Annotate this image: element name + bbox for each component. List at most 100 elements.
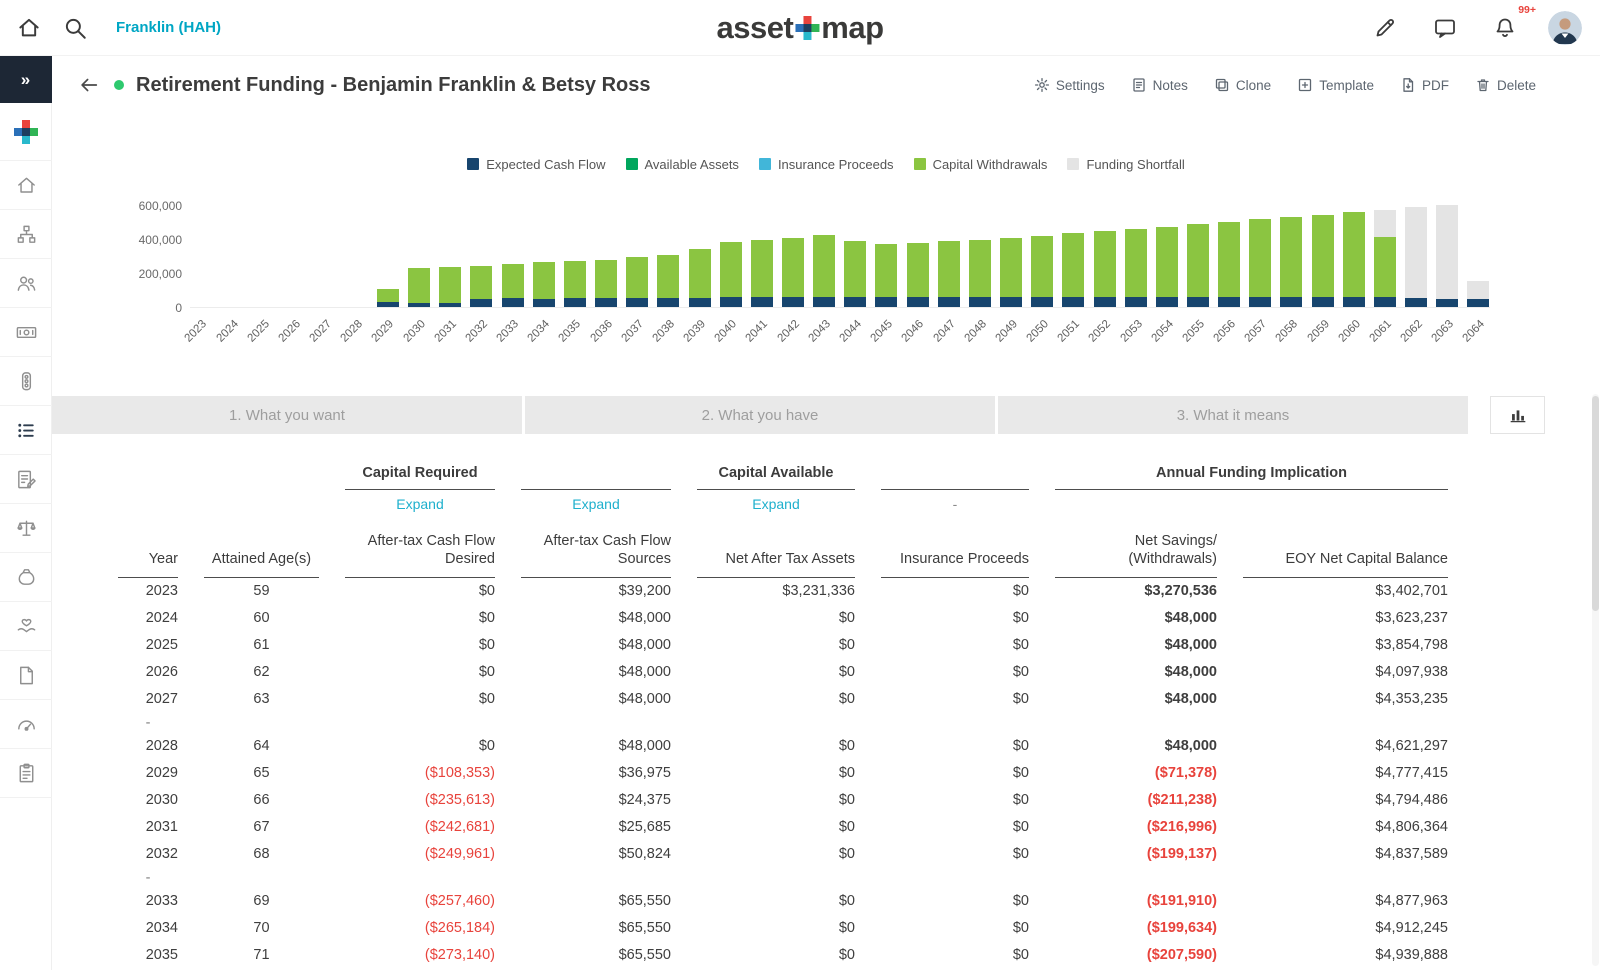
sidebar-item-assets[interactable] [0, 553, 52, 602]
notes-button[interactable]: Notes [1131, 77, 1188, 93]
clone-button[interactable]: Clone [1214, 77, 1271, 93]
settings-button[interactable]: Settings [1034, 77, 1105, 93]
scrollbar-thumb[interactable] [1592, 396, 1599, 611]
chart-bar-2024[interactable] [221, 198, 243, 307]
tab-what-it-means[interactable]: 3. What it means [998, 396, 1468, 434]
expand-capital-available-link[interactable]: Expand [697, 490, 855, 518]
chart-bar-2041[interactable] [751, 198, 773, 307]
table-row-2032[interactable]: 203268($249,961)$50,824$0$0($199,137)$4,… [118, 841, 1448, 868]
chart-bar-2048[interactable] [969, 198, 991, 307]
chart-bar-2051[interactable] [1062, 198, 1084, 307]
table-row-2031[interactable]: 203167($242,681)$25,685$0$0($216,996)$4,… [118, 814, 1448, 841]
legend-item[interactable]: Funding Shortfall [1067, 157, 1184, 172]
notifications-bell-icon[interactable]: 99+ [1488, 11, 1522, 45]
table-row-2035[interactable]: 203571($273,140)$65,550$0$0($207,590)$4,… [118, 942, 1448, 969]
chart-bar-2032[interactable] [470, 198, 492, 307]
table-row-2023[interactable]: 202359$0$39,200$3,231,336$0$3,270,536$3,… [118, 578, 1448, 605]
table-row-2029[interactable]: 202965($108,353)$36,975$0$0($71,378)$4,7… [118, 760, 1448, 787]
chart-bar-2049[interactable] [1000, 198, 1022, 307]
legend-item[interactable]: Available Assets [626, 157, 739, 172]
delete-button[interactable]: Delete [1475, 77, 1536, 93]
chart-bar-2047[interactable] [938, 198, 960, 307]
chart-bar-2034[interactable] [533, 198, 555, 307]
sidebar-expand-button[interactable]: » [0, 56, 52, 103]
vertical-scrollbar[interactable] [1592, 394, 1599, 966]
back-button[interactable] [78, 74, 100, 96]
sidebar-item-comparisons[interactable] [0, 504, 52, 553]
chart-bar-2057[interactable] [1249, 198, 1271, 307]
user-avatar[interactable] [1548, 11, 1582, 45]
sidebar-item-insurance[interactable] [0, 602, 52, 651]
chart-bar-2033[interactable] [502, 198, 524, 307]
chart-bar-2062[interactable] [1405, 198, 1427, 307]
table-row-2026[interactable]: 202662$0$48,000$0$0$48,000$4,097,938 [118, 659, 1448, 686]
chart-bar-2046[interactable] [907, 198, 929, 307]
sidebar-assetmap-logo-icon[interactable] [0, 103, 52, 161]
chart-bar-2043[interactable] [813, 198, 835, 307]
chart-bar-2056[interactable] [1218, 198, 1240, 307]
chart-bar-2031[interactable] [439, 198, 461, 307]
chart-bar-2058[interactable] [1280, 198, 1302, 307]
chart-bar-2044[interactable] [844, 198, 866, 307]
sidebar-item-financials[interactable] [0, 308, 52, 357]
chart-bar-2061[interactable] [1374, 198, 1396, 307]
template-button[interactable]: Template [1297, 77, 1374, 93]
chart-bar-2040[interactable] [720, 198, 742, 307]
sidebar-item-home[interactable] [0, 161, 52, 210]
chart-toggle-button[interactable] [1490, 396, 1545, 434]
table-row-2028[interactable]: 202864$0$48,000$0$0$48,000$4,621,297 [118, 733, 1448, 760]
chart-bar-2025[interactable] [252, 198, 274, 307]
chart-bar-2030[interactable] [408, 198, 430, 307]
table-row-2030[interactable]: 203066($235,613)$24,375$0$0($211,238)$4,… [118, 787, 1448, 814]
chart-bar-2038[interactable] [657, 198, 679, 307]
chart-bar-2028[interactable] [346, 198, 368, 307]
search-icon[interactable] [58, 11, 92, 45]
chart-bar-2063[interactable] [1436, 198, 1458, 307]
expand-capital-required-link[interactable]: Expand [345, 490, 495, 518]
sidebar-item-documents[interactable] [0, 651, 52, 700]
chart-bar-2027[interactable] [315, 198, 337, 307]
table-row-2024[interactable]: 202460$0$48,000$0$0$48,000$3,623,237 [118, 605, 1448, 632]
pdf-button[interactable]: PDF [1400, 77, 1449, 93]
sidebar-item-signals[interactable] [0, 357, 52, 406]
legend-item[interactable]: Capital Withdrawals [914, 157, 1048, 172]
edit-pencil-icon[interactable] [1368, 11, 1402, 45]
bar-segment [782, 238, 804, 297]
table-row-2027[interactable]: 202763$0$48,000$0$0$48,000$4,353,235 [118, 686, 1448, 713]
chart-bar-2029[interactable] [377, 198, 399, 307]
tab-what-you-have[interactable]: 2. What you have [525, 396, 995, 434]
table-row-2033[interactable]: 203369($257,460)$65,550$0$0($191,910)$4,… [118, 888, 1448, 915]
chart-bar-2052[interactable] [1094, 198, 1116, 307]
chart-bar-2026[interactable] [283, 198, 305, 307]
chart-bar-2064[interactable] [1467, 198, 1489, 307]
chart-bar-2050[interactable] [1031, 198, 1053, 307]
chart-bar-2035[interactable] [564, 198, 586, 307]
chart-bar-2036[interactable] [595, 198, 617, 307]
table-row-2025[interactable]: 202561$0$48,000$0$0$48,000$3,854,798 [118, 632, 1448, 659]
client-household-link[interactable]: Franklin (HAH) [116, 19, 221, 36]
sidebar-item-reports[interactable] [0, 406, 52, 455]
sidebar-item-assetmaps[interactable] [0, 210, 52, 259]
chart-bar-2060[interactable] [1343, 198, 1365, 307]
legend-item[interactable]: Insurance Proceeds [759, 157, 894, 172]
chart-bar-2055[interactable] [1187, 198, 1209, 307]
chat-icon[interactable] [1428, 11, 1462, 45]
tab-what-you-want[interactable]: 1. What you want [52, 396, 522, 434]
sidebar-item-tasks[interactable] [0, 749, 52, 798]
sidebar-item-dashboard[interactable] [0, 700, 52, 749]
sidebar-item-households[interactable] [0, 259, 52, 308]
chart-bar-2042[interactable] [782, 198, 804, 307]
home-icon[interactable] [12, 11, 46, 45]
chart-bar-2054[interactable] [1156, 198, 1178, 307]
chart-bar-2053[interactable] [1125, 198, 1147, 307]
chart-bar-2059[interactable] [1312, 198, 1334, 307]
chart-bar-2023[interactable] [190, 198, 212, 307]
legend-item[interactable]: Expected Cash Flow [467, 157, 605, 172]
chart-bar-2039[interactable] [689, 198, 711, 307]
chart-bar-2037[interactable] [626, 198, 648, 307]
chart-bar-2045[interactable] [875, 198, 897, 307]
sidebar-item-fact-finders[interactable] [0, 455, 52, 504]
cell-year: 2024 [118, 605, 178, 632]
expand-sources-link[interactable]: Expand [521, 490, 671, 518]
table-row-2034[interactable]: 203470($265,184)$65,550$0$0($199,634)$4,… [118, 915, 1448, 942]
